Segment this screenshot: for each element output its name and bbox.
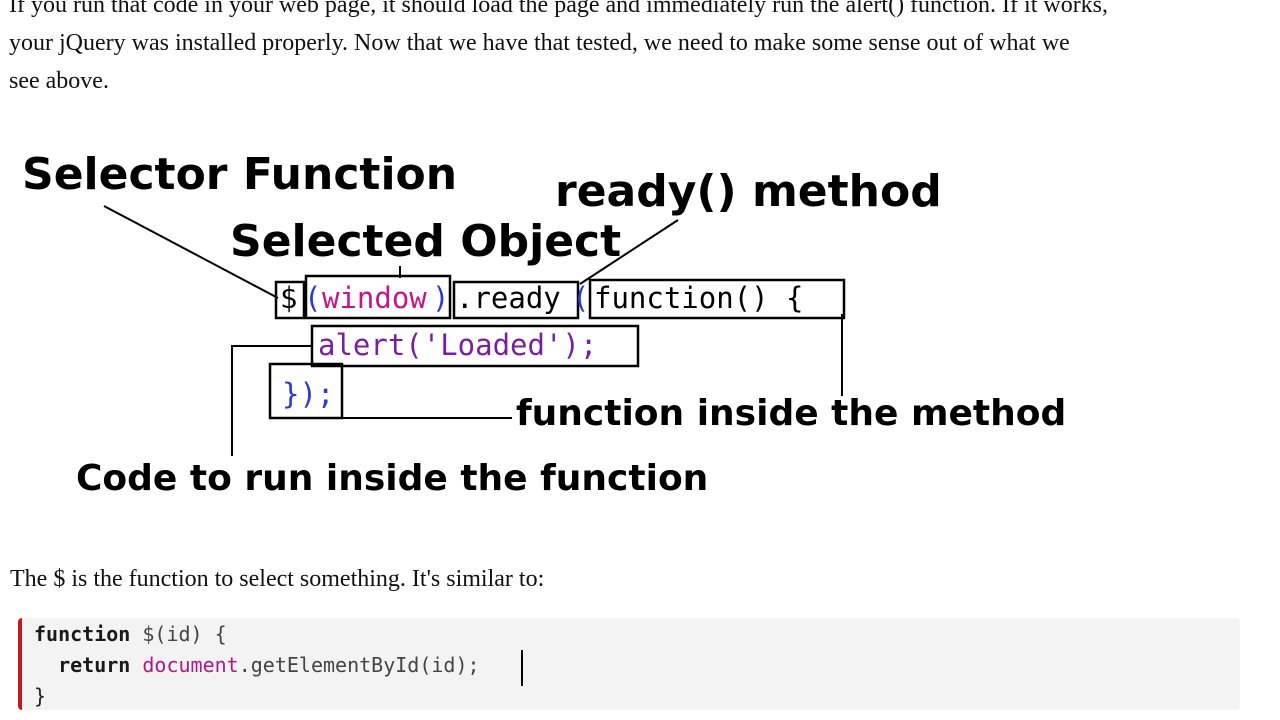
label-selected-object: Selected Object — [230, 216, 621, 267]
code-object-document: document — [142, 653, 239, 677]
code-paren-open: ( — [304, 281, 321, 315]
diagram-svg: Selector Function Selected Object ready(… — [22, 149, 1066, 499]
text-cursor-icon — [521, 650, 523, 686]
code-dollar: $ — [280, 281, 297, 315]
explanation-paragraph: The $ is the function to select somethin… — [10, 566, 545, 592]
label-code-to-run: Code to run inside the function — [76, 458, 708, 499]
code-keyword-function: function — [34, 622, 131, 646]
label-function-inside: function inside the method — [516, 393, 1066, 434]
code-keyword-return: return — [58, 653, 131, 677]
code-line-1-rest: $(id) { — [130, 622, 227, 646]
code-ready-paren: ( — [572, 281, 589, 315]
code-line-3: } — [34, 684, 47, 708]
code-line-1: function $(id) { — [34, 622, 227, 646]
label-ready-method: ready() method — [555, 166, 942, 217]
intro-line-3: see above. — [9, 68, 109, 94]
code-alert-line: alert('Loaded'); — [318, 328, 597, 362]
code-closing: }); — [282, 377, 334, 411]
code-window: window — [322, 281, 427, 315]
code-line-2-rest: .getElementById(id); — [238, 653, 480, 677]
intro-paragraph: If you run that code in your web page, i… — [9, 0, 1259, 100]
code-line-2: return document.getElementById(id); — [34, 653, 480, 677]
code-block[interactable]: function $(id) { return document.getElem… — [18, 618, 1240, 710]
code-function-decl: function() { — [594, 281, 804, 315]
code-ready: .ready — [456, 281, 561, 315]
intro-line-2: your jQuery was installed properly. Now … — [9, 30, 1070, 56]
jquery-ready-diagram: Selector Function Selected Object ready(… — [0, 120, 1080, 520]
label-selector-function: Selector Function — [22, 149, 457, 200]
code-paren-close: ) — [432, 281, 449, 315]
intro-line-1: If you run that code in your web page, i… — [9, 0, 1109, 18]
